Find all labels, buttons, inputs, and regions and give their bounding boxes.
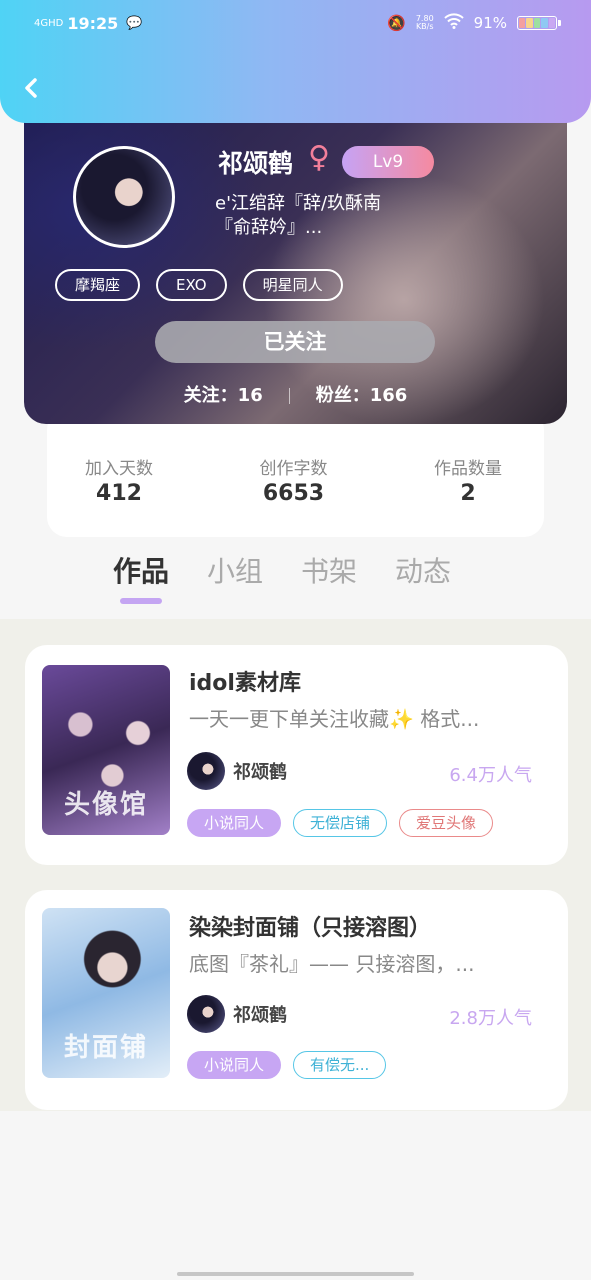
work-title[interactable]: 染染封面铺（只接溶图） (189, 910, 431, 942)
top-header: 4GHD 19:25 💬 🔕 7.80 KB/s 91% (0, 0, 591, 123)
wechat-icon: 💬 (126, 15, 143, 31)
stat-value: 2 (460, 481, 476, 506)
status-time: 19:25 (67, 13, 119, 33)
author-avatar (187, 752, 225, 790)
tab-groups[interactable]: 小组 (207, 550, 263, 590)
profile-tag[interactable]: EXO (156, 269, 227, 301)
battery-percent: 91% (473, 14, 507, 32)
work-author[interactable]: 祁颂鹤 (187, 995, 287, 1033)
work-tag[interactable]: 有偿无... (293, 1051, 387, 1079)
work-card[interactable]: 头像馆 idol素材库 一天一更下单关注收藏✨ 格式... 祁颂鹤 6.4万人气… (25, 645, 568, 865)
stat-label: 作品数量 (434, 459, 502, 479)
work-description: 底图『茶礼』—— 只接溶图，... (189, 952, 475, 976)
follow-counts: 关注：16 粉丝：166 (24, 381, 567, 407)
author-name: 祁颂鹤 (233, 762, 287, 783)
avatar[interactable] (73, 146, 175, 248)
network-speed: 7.80 KB/s (415, 14, 434, 31)
stats-panel: 加入天数 412 创作字数 6653 作品数量 2 (47, 410, 544, 537)
profile-tag[interactable]: 摩羯座 (55, 269, 141, 301)
tab-activity[interactable]: 动态 (395, 550, 451, 590)
user-name: 祁颂鹤 (218, 149, 294, 178)
cover-text: 封面铺 (63, 1033, 148, 1063)
stat-join-days: 加入天数 412 (85, 454, 153, 537)
work-author[interactable]: 祁颂鹤 (187, 752, 287, 790)
work-title[interactable]: idol素材库 (189, 665, 301, 697)
author-name: 祁颂鹤 (233, 1005, 287, 1026)
work-card[interactable]: 封面铺 染染封面铺（只接溶图） 底图『茶礼』—— 只接溶图，... 祁颂鹤 2.… (25, 890, 568, 1110)
stat-value: 6653 (262, 481, 325, 506)
back-button[interactable] (18, 74, 46, 102)
work-tag[interactable]: 爱豆头像 (399, 809, 494, 837)
work-cover[interactable]: 头像馆 (42, 665, 170, 835)
profile-card: 祁颂鹤 ♀ Lv9 e'江绾辞『辞/玖酥南『俞辞妗』... 摩羯座 EXO 明星… (24, 100, 567, 424)
work-tags: 小说同人 无偿店铺 爱豆头像 (187, 809, 494, 837)
profile-tag[interactable]: 明星同人 (242, 269, 343, 301)
stat-label: 加入天数 (85, 459, 153, 479)
chevron-left-icon (25, 78, 37, 98)
network-indicator: 4GHD (34, 17, 64, 29)
female-icon: ♀ (308, 140, 330, 175)
stat-word-count: 创作字数 6653 (260, 454, 328, 537)
work-tag[interactable]: 小说同人 (187, 809, 282, 837)
author-avatar (187, 995, 225, 1033)
status-bar: 4GHD 19:25 💬 🔕 7.80 KB/s 91% (34, 10, 561, 36)
work-description: 一天一更下单关注收藏✨ 格式... (189, 707, 480, 731)
tab-works[interactable]: 作品 (113, 550, 169, 604)
stat-label: 创作字数 (259, 459, 328, 479)
battery-icon (517, 16, 561, 30)
follow-button[interactable]: 已关注 (155, 321, 435, 363)
popularity: 2.8万人气 (449, 1008, 532, 1029)
stat-works-count: 作品数量 2 (434, 454, 502, 537)
tab-bookshelf[interactable]: 书架 (301, 550, 357, 590)
profile-tags: 摩羯座 EXO 明星同人 (55, 269, 343, 301)
tab-bar: 作品 小组 书架 动态 (113, 550, 451, 604)
stat-value: 412 (96, 481, 142, 506)
home-indicator[interactable] (177, 1272, 414, 1276)
work-tag[interactable]: 无偿店铺 (293, 809, 388, 837)
following-count[interactable]: 关注：16 (184, 385, 263, 406)
popularity: 6.4万人气 (449, 765, 532, 786)
work-cover[interactable]: 封面铺 (42, 908, 170, 1078)
works-list: 头像馆 idol素材库 一天一更下单关注收藏✨ 格式... 祁颂鹤 6.4万人气… (0, 619, 591, 1111)
work-tags: 小说同人 有偿无... (187, 1051, 387, 1079)
mute-icon: 🔕 (387, 14, 406, 32)
cover-text: 头像馆 (63, 790, 148, 820)
level-badge: Lv9 (342, 146, 434, 178)
fans-count[interactable]: 粉丝：166 (316, 385, 408, 406)
work-tag[interactable]: 小说同人 (187, 1051, 282, 1079)
wifi-icon (443, 13, 464, 33)
user-signature: e'江绾辞『辞/玖酥南『俞辞妗』... (215, 193, 382, 238)
divider (288, 388, 290, 404)
